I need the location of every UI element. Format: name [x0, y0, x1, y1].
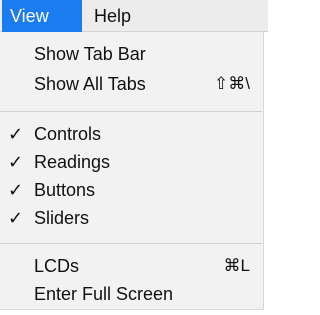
menu-separator — [0, 243, 262, 244]
menu-item-label: Buttons — [34, 180, 96, 200]
menu-item-buttons[interactable]: ✓ Buttons — [0, 176, 262, 204]
menu-item-controls[interactable]: ✓ Controls — [0, 120, 262, 148]
menu-item-label: Sliders — [34, 208, 90, 228]
menu-item-readings[interactable]: ✓ Readings — [0, 148, 262, 176]
menu-separator — [0, 111, 262, 112]
menu-item-label: Readings — [34, 152, 111, 172]
menu-item-show-all-tabs[interactable]: Show All Tabs ⇧⌘\ — [0, 70, 262, 98]
keyboard-shortcut: ⌘L — [223, 256, 250, 275]
help-menu-title[interactable]: Help — [86, 0, 150, 32]
view-menu-dropdown: Show Tab Bar Show All Tabs ⇧⌘\ ✓ Control… — [0, 32, 264, 310]
view-menu-title[interactable]: View — [2, 0, 82, 32]
menu-item-label: Controls — [34, 124, 102, 144]
checkmark-icon: ✓ — [8, 208, 24, 228]
screen: View Help Show Tab Bar Show All Tabs ⇧⌘\… — [0, 0, 268, 315]
menu-item-enter-full-screen[interactable]: Enter Full Screen — [0, 280, 262, 308]
menu-bar: View Help — [0, 0, 268, 32]
keyboard-shortcut: ⇧⌘\ — [214, 74, 250, 93]
menu-item-label: Enter Full Screen — [34, 284, 174, 304]
menu-item-lcds[interactable]: LCDs ⌘L — [0, 252, 262, 280]
menu-item-sliders[interactable]: ✓ Sliders — [0, 204, 262, 232]
menu-item-label: Show Tab Bar — [34, 44, 146, 64]
checkmark-icon: ✓ — [8, 124, 24, 144]
menu-item-show-tab-bar[interactable]: Show Tab Bar — [0, 40, 262, 68]
menu-item-label: Show All Tabs — [34, 74, 146, 94]
checkmark-icon: ✓ — [8, 152, 24, 172]
checkmark-icon: ✓ — [8, 180, 24, 200]
menu-item-label: LCDs — [34, 256, 80, 276]
